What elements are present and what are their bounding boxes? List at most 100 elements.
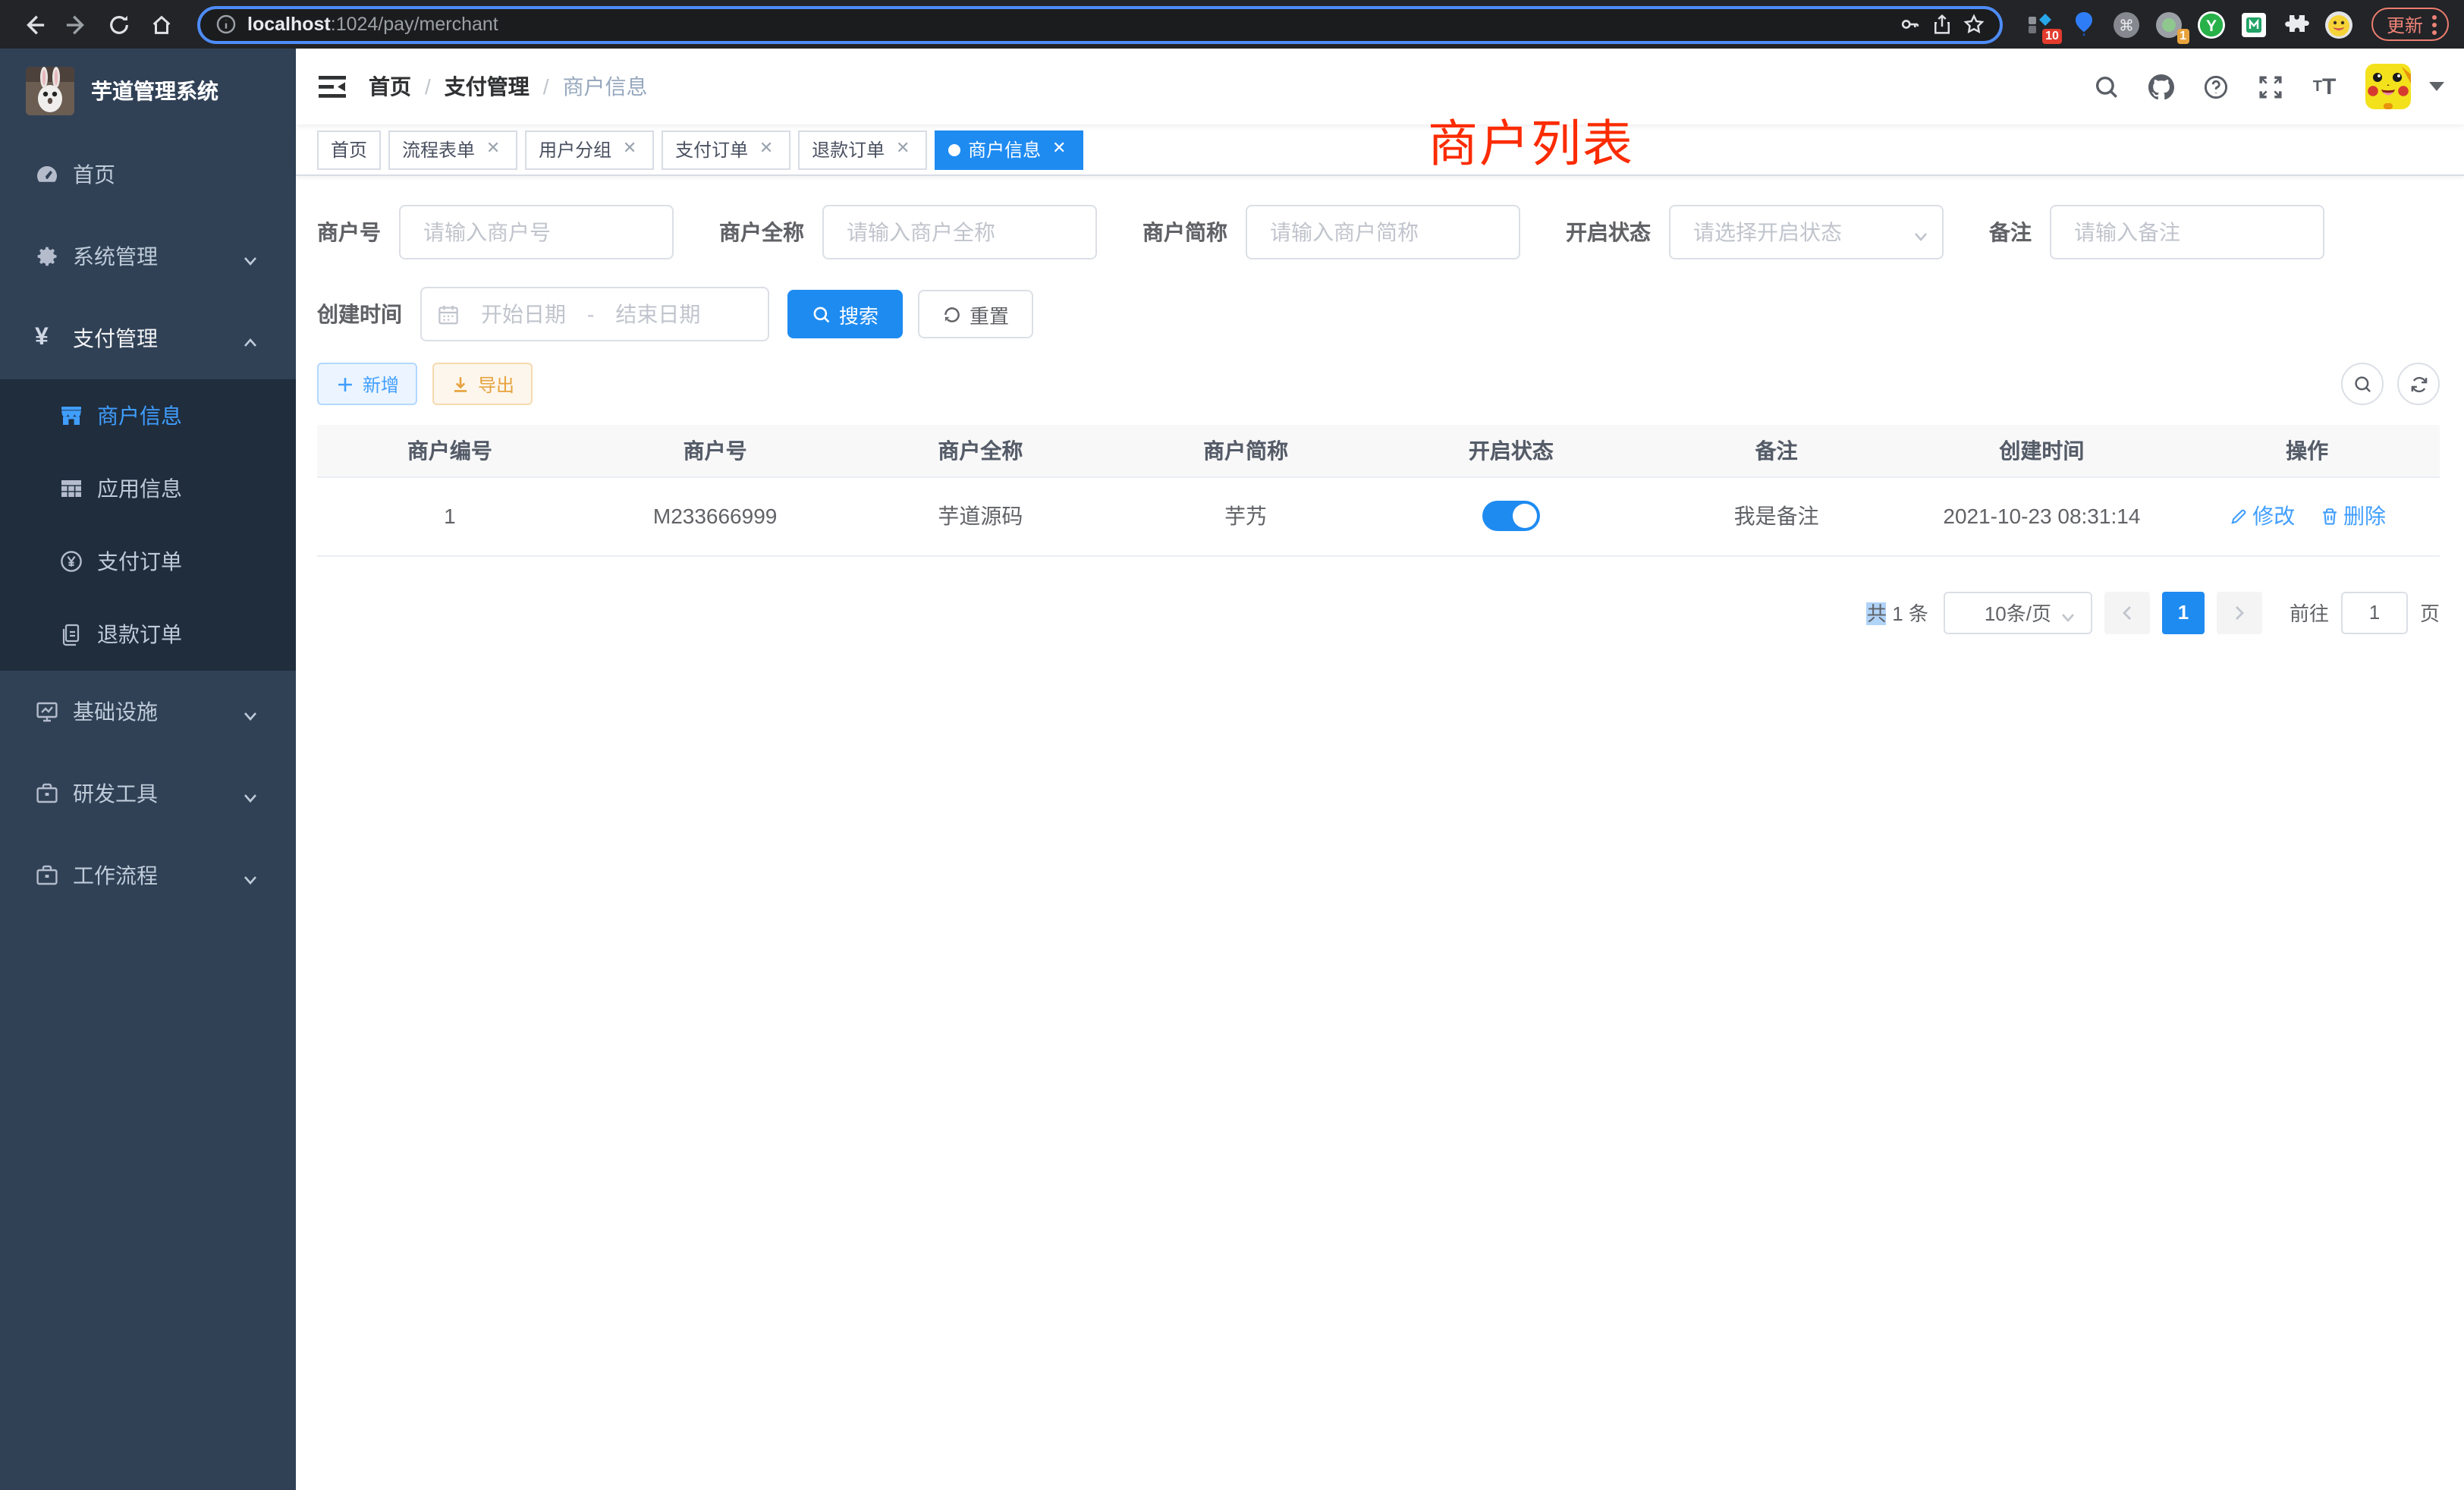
sidebar-item-label: 应用信息 (97, 473, 258, 504)
remark-input[interactable] (2050, 205, 2324, 259)
sidebar-item-pay[interactable]: ¥ 支付管理 (0, 297, 296, 379)
full-name-input[interactable] (822, 205, 1097, 259)
browser-forward-button[interactable] (58, 6, 94, 42)
pagination: 共 1 条 10条/页 1 前往 (317, 591, 2440, 633)
prev-page-button[interactable] (2104, 591, 2150, 633)
github-button[interactable] (2138, 64, 2183, 109)
export-button[interactable]: 导出 (432, 363, 533, 405)
delete-link-label: 删除 (2343, 501, 2386, 531)
next-page-button[interactable] (2217, 591, 2262, 633)
notes-extension-icon[interactable] (2239, 10, 2268, 39)
sidebar-item-system[interactable]: 系统管理 (0, 215, 296, 297)
sidebar-item-infra[interactable]: 基础设施 (0, 671, 296, 753)
add-button[interactable]: 新增 (317, 363, 417, 405)
font-size-button[interactable]: TT (2302, 64, 2347, 109)
start-date-input[interactable] (469, 302, 578, 326)
reset-button-label: 重置 (970, 300, 1009, 328)
home-icon (149, 13, 172, 36)
page-number-button[interactable]: 1 (2162, 591, 2205, 633)
extensions-puzzle-icon[interactable] (2282, 10, 2311, 39)
close-icon[interactable]: ✕ (756, 139, 777, 160)
sidebar-item-merchant-info[interactable]: 商户信息 (0, 379, 296, 452)
recorder-extension-icon[interactable]: 1 (2154, 10, 2183, 39)
total-prefix: 共 (1867, 602, 1887, 625)
y-extension-icon[interactable]: Y (2197, 10, 2226, 39)
sidebar-item-workflow[interactable]: 工作流程 (0, 835, 296, 916)
app-title: 芋道管理系统 (91, 76, 218, 106)
merchant-no-input[interactable] (399, 205, 674, 259)
goto-page-input[interactable] (2341, 591, 2408, 633)
breadcrumb-home[interactable]: 首页 (369, 71, 411, 102)
end-date-input[interactable] (603, 302, 712, 326)
search-button[interactable]: 搜索 (787, 290, 903, 338)
user-avatar[interactable] (2365, 64, 2411, 109)
briefcase-icon (35, 863, 59, 888)
create-time-range-picker[interactable]: - (420, 287, 769, 341)
breadcrumb: 首页 / 支付管理 / 商户信息 (369, 71, 648, 102)
browser-update-button[interactable]: 更新 (2371, 8, 2449, 41)
sidebar-toggle-button[interactable] (296, 49, 369, 124)
reset-button[interactable]: 重置 (918, 290, 1033, 338)
close-icon[interactable]: ✕ (1048, 139, 1070, 160)
downloads-extension-icon[interactable]: 10 (2027, 10, 2056, 39)
goto-suffix: 页 (2420, 598, 2440, 627)
tag-merchant-info[interactable]: 商户信息✕ (935, 130, 1083, 169)
browser-menu-icon[interactable] (2428, 14, 2441, 34)
col-full-name: 商户全称 (848, 425, 1114, 476)
tag-refund-order[interactable]: 退款订单✕ (798, 130, 927, 169)
sidebar-item-pay-order[interactable]: 支付订单 (0, 525, 296, 598)
monitor-chart-icon (35, 699, 59, 724)
sidebar-item-label: 基础设施 (73, 696, 243, 727)
filter-label-full-name: 商户全称 (719, 217, 804, 247)
question-icon (2202, 74, 2228, 99)
tag-user-group[interactable]: 用户分组✕ (525, 130, 654, 169)
status-toggle[interactable] (1482, 501, 1540, 531)
tag-home[interactable]: 首页 (317, 130, 381, 169)
help-button[interactable] (2192, 64, 2238, 109)
yen-icon: ¥ (35, 326, 59, 350)
info-icon[interactable] (215, 14, 237, 35)
password-key-icon[interactable] (1900, 14, 1921, 35)
close-icon[interactable]: ✕ (619, 139, 640, 160)
sidebar-item-label: 退款订单 (97, 619, 258, 649)
shop-icon (59, 404, 83, 428)
close-icon[interactable]: ✕ (892, 139, 913, 160)
sidebar-item-home[interactable]: 首页 (0, 134, 296, 215)
share-icon[interactable] (1931, 14, 1953, 35)
bookmark-star-icon[interactable] (1963, 14, 1985, 35)
fullscreen-button[interactable] (2247, 64, 2293, 109)
coin-yen-icon (59, 549, 83, 574)
tag-label: 首页 (331, 137, 367, 162)
tag-process-form[interactable]: 流程表单✕ (388, 130, 517, 169)
refresh-icon (942, 304, 962, 324)
close-icon[interactable]: ✕ (482, 139, 504, 160)
delete-link[interactable]: 删除 (2319, 501, 2386, 531)
page-size-select[interactable]: 10条/页 (1944, 591, 2092, 633)
balloon-extension-icon[interactable] (2070, 10, 2098, 39)
refresh-table-button[interactable] (2397, 363, 2440, 405)
breadcrumb-pay[interactable]: 支付管理 (445, 71, 530, 102)
browser-reload-button[interactable] (100, 6, 137, 42)
chevron-down-icon (243, 249, 258, 264)
address-bar[interactable]: localhost:1024/pay/merchant (197, 5, 2003, 43)
cell-short-name: 芋艿 (1113, 476, 1378, 555)
edit-link[interactable]: 修改 (2228, 501, 2295, 531)
tag-pay-order[interactable]: 支付订单✕ (662, 130, 790, 169)
sidebar: 芋道管理系统 首页 系统管理 ¥ 支付管理 (0, 49, 296, 1490)
status-select[interactable] (1669, 205, 1944, 259)
sidebar-item-label: 支付订单 (97, 546, 258, 577)
sidebar-item-refund-order[interactable]: 退款订单 (0, 598, 296, 671)
sidebar-logo-row[interactable]: 芋道管理系统 (0, 49, 296, 134)
sidebar-item-app-info[interactable]: 应用信息 (0, 452, 296, 525)
status-select-input[interactable] (1669, 205, 1944, 259)
header-search-button[interactable] (2083, 64, 2129, 109)
browser-home-button[interactable] (143, 6, 179, 42)
browser-back-button[interactable] (15, 6, 52, 42)
avatar-dropdown-caret[interactable] (2429, 82, 2444, 91)
browser-profile-avatar[interactable] (2324, 10, 2353, 39)
sidebar-item-devtools[interactable]: 研发工具 (0, 753, 296, 835)
chevron-right-icon (2232, 605, 2247, 620)
toggle-search-button[interactable] (2341, 363, 2384, 405)
short-name-input[interactable] (1246, 205, 1520, 259)
command-extension-icon[interactable]: ⌘ (2112, 10, 2141, 39)
